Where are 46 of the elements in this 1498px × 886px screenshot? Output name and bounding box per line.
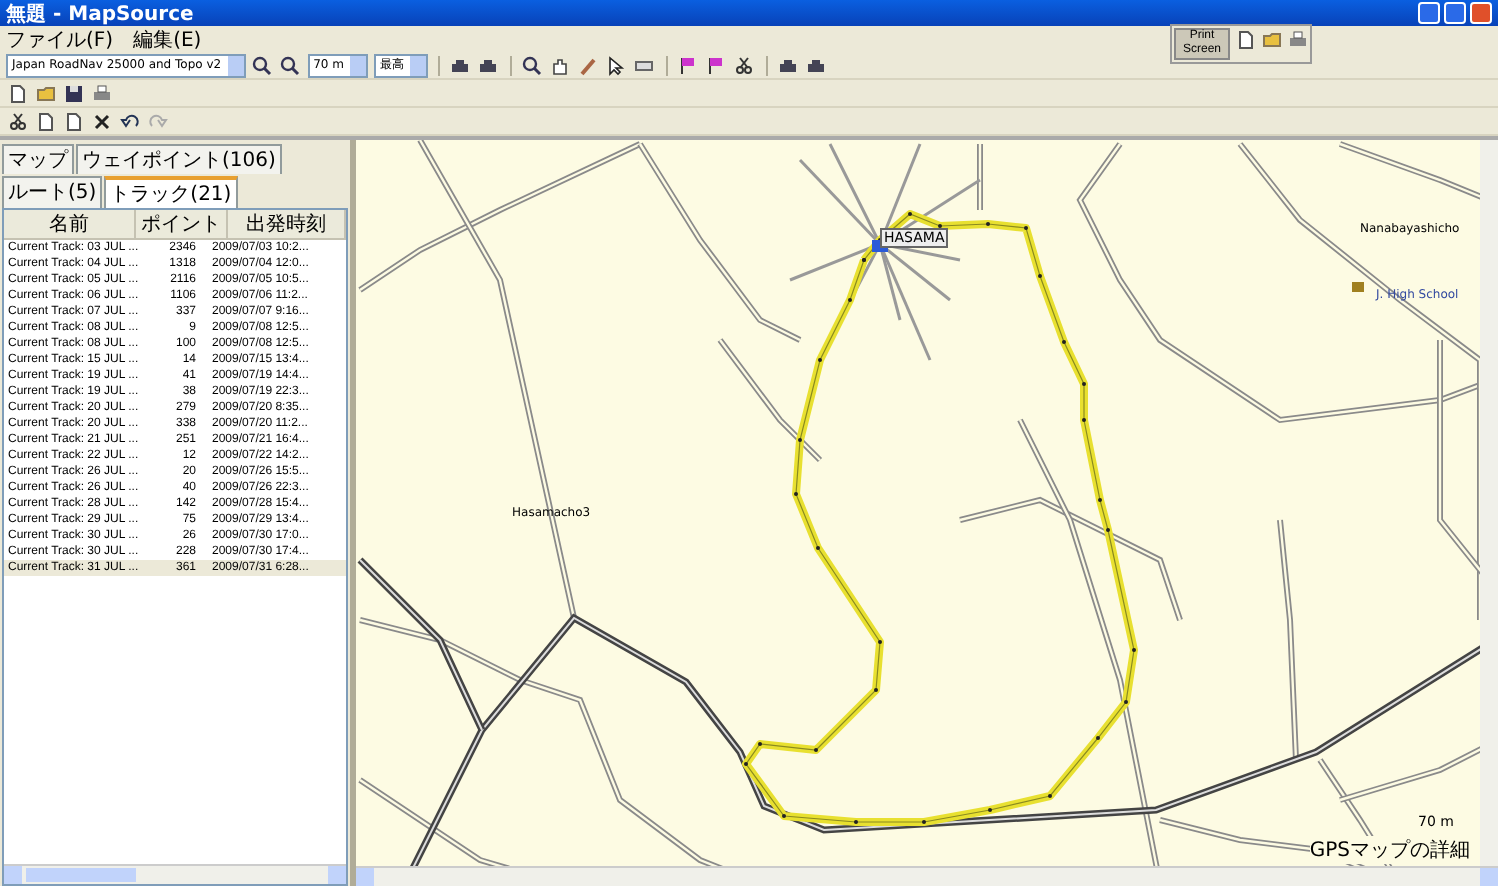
toolbar-button[interactable] — [705, 54, 728, 76]
printer-icon — [1287, 29, 1307, 49]
toolbar-button[interactable] — [251, 54, 274, 76]
undo-icon — [119, 111, 139, 131]
printer-icon — [91, 83, 111, 103]
scissors-icon — [7, 111, 27, 131]
toolbar-button[interactable] — [605, 54, 628, 76]
toolbar-button[interactable] — [62, 82, 84, 104]
redo-icon — [147, 111, 167, 131]
map-detail-label: GPSマップの詳細 — [1309, 836, 1470, 864]
toolbar-button[interactable] — [34, 110, 56, 132]
maximize-button[interactable] — [1444, 2, 1466, 24]
cursor-icon — [606, 55, 627, 75]
tab[interactable]: ルート(5) — [2, 176, 103, 208]
column-header[interactable]: 名前 — [4, 210, 136, 238]
toolbar-button[interactable] — [62, 110, 84, 132]
zoom-in-icon — [252, 55, 273, 75]
menu-item[interactable]: 編集(E) — [133, 25, 202, 53]
minimize-button[interactable] — [1418, 2, 1440, 24]
menu-item[interactable]: ファイル(F) — [6, 25, 114, 53]
toolbar-button[interactable] — [677, 54, 700, 76]
flag-icon — [706, 55, 727, 75]
scissors-icon — [734, 55, 755, 75]
column-header[interactable]: ポイント — [136, 210, 228, 238]
horizontal-scrollbar[interactable] — [4, 864, 346, 884]
column-header[interactable]: 出発時刻 — [228, 210, 346, 238]
toolbar-button[interactable] — [6, 82, 28, 104]
folder-icon — [35, 83, 55, 103]
toolbar-button[interactable] — [90, 110, 112, 132]
tab[interactable]: マップ — [2, 144, 74, 174]
flag-icon — [678, 55, 699, 75]
close-button[interactable] — [1470, 2, 1492, 24]
magnifier-icon — [522, 55, 543, 75]
zoom-out-icon — [280, 55, 301, 75]
school-icon — [1352, 282, 1364, 292]
toolbar-button[interactable] — [279, 54, 302, 76]
toolbar-button[interactable] — [733, 54, 756, 76]
toolbar-button[interactable] — [1234, 28, 1256, 50]
toolbar-button[interactable] — [521, 54, 544, 76]
pencil-icon — [578, 55, 599, 75]
cross-icon — [91, 111, 111, 131]
tab[interactable]: ウェイポイント(106) — [76, 144, 282, 174]
tab[interactable]: トラック(21) — [104, 176, 238, 208]
window-title: 無題 - MapSource — [6, 1, 194, 27]
toolbar-button[interactable] — [118, 110, 140, 132]
toolbar-button[interactable] — [6, 110, 28, 132]
